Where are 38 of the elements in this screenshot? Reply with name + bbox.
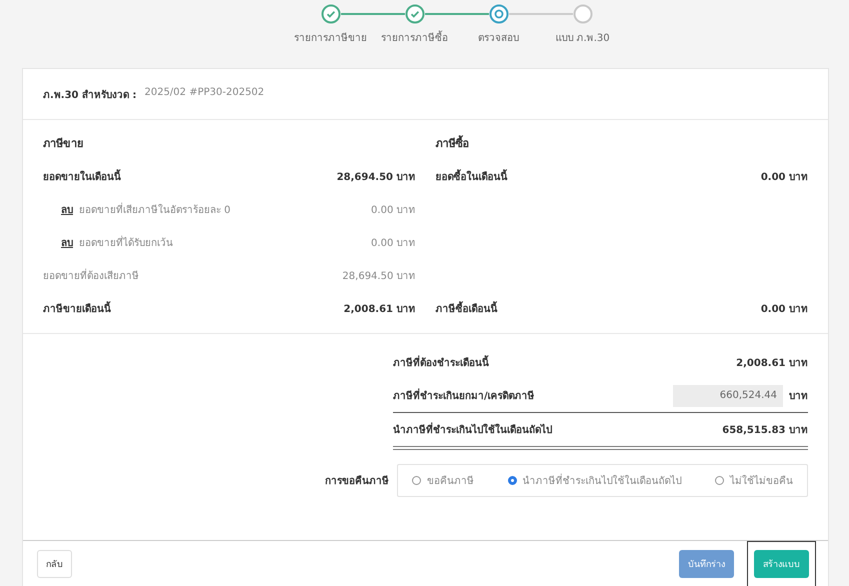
back-button[interactable]: กลับ [37, 550, 72, 578]
row-label: ภาษีขายเดือนนี้ [43, 301, 111, 316]
row-label: ยอดซื้อในเดือนนี้ [436, 169, 508, 184]
row-label: ยอดขายที่ต้องเสียภาษี [43, 268, 139, 283]
row-value: 0.00 บาท [371, 237, 416, 250]
create-button[interactable]: สร้างแบบ [754, 550, 809, 578]
step-label: ตรวจสอบ [478, 32, 519, 45]
refund-label: การขอคืนภาษี [324, 474, 390, 488]
unit-label: บาท [789, 390, 808, 403]
row-value: 0.00 บาท [371, 204, 416, 217]
row-value: 2,008.61 บาท [344, 303, 416, 316]
section-title: ภาษีซื้อ [436, 134, 470, 152]
row-label: ภาษีซื้อเดือนนี้ [436, 301, 498, 316]
step-label: รายการภาษีซื้อ [381, 30, 448, 45]
row-value: 0.00 บาท [760, 303, 808, 316]
save-draft-button[interactable]: บันทึกร่าง [679, 550, 734, 578]
row-value: 28,694.50 บาท [336, 171, 416, 184]
radio-option[interactable]: ไม่ใช้ไม่ขอคืน [715, 473, 793, 488]
row-value: 28,694.50 บาท [342, 270, 416, 283]
summary-value: 658,515.83 บาท [722, 424, 808, 437]
input-field[interactable]: 660,524.44 [673, 384, 783, 406]
row-label: ยอดขายในเดือนนี้ [43, 169, 121, 184]
deduct-label: ลบ [61, 204, 73, 217]
summary-label: ภาษีที่ต้องชำระเดือนนี้ [393, 355, 489, 370]
row-label: ยอดขายที่เสียภาษีในอัตราร้อยละ 0 [79, 202, 231, 217]
summary-label: ภาษีที่ชำระเกินยกมา/เครดิตภาษี [393, 388, 535, 403]
row-label: ยอดขายที่ได้รับยกเว้น [79, 235, 173, 250]
summary-label: นำภาษีที่ชำระเกินไปใช้ในเดือนถัดไป [393, 422, 552, 437]
row-value: 0.00 บาท [760, 171, 808, 184]
radio-option[interactable]: นำภาษีที่ชำระเกินไปใช้ในเดือนถัดไป [508, 473, 682, 488]
summary-value: 2,008.61 บาท [736, 357, 808, 370]
radio-option[interactable]: ขอคืนภาษี [412, 473, 474, 488]
step-label: แบบ ภ.พ.30 [555, 32, 610, 45]
step-label: รายการภาษีขาย [294, 32, 367, 45]
period-value: 2025/02 #PP30-202502 [144, 87, 264, 100]
section-title: ภาษีขาย [43, 136, 84, 152]
deduct-label: ลบ [61, 237, 73, 250]
period-label: ภ.พ.30 สำหรับงวด : [43, 88, 136, 102]
